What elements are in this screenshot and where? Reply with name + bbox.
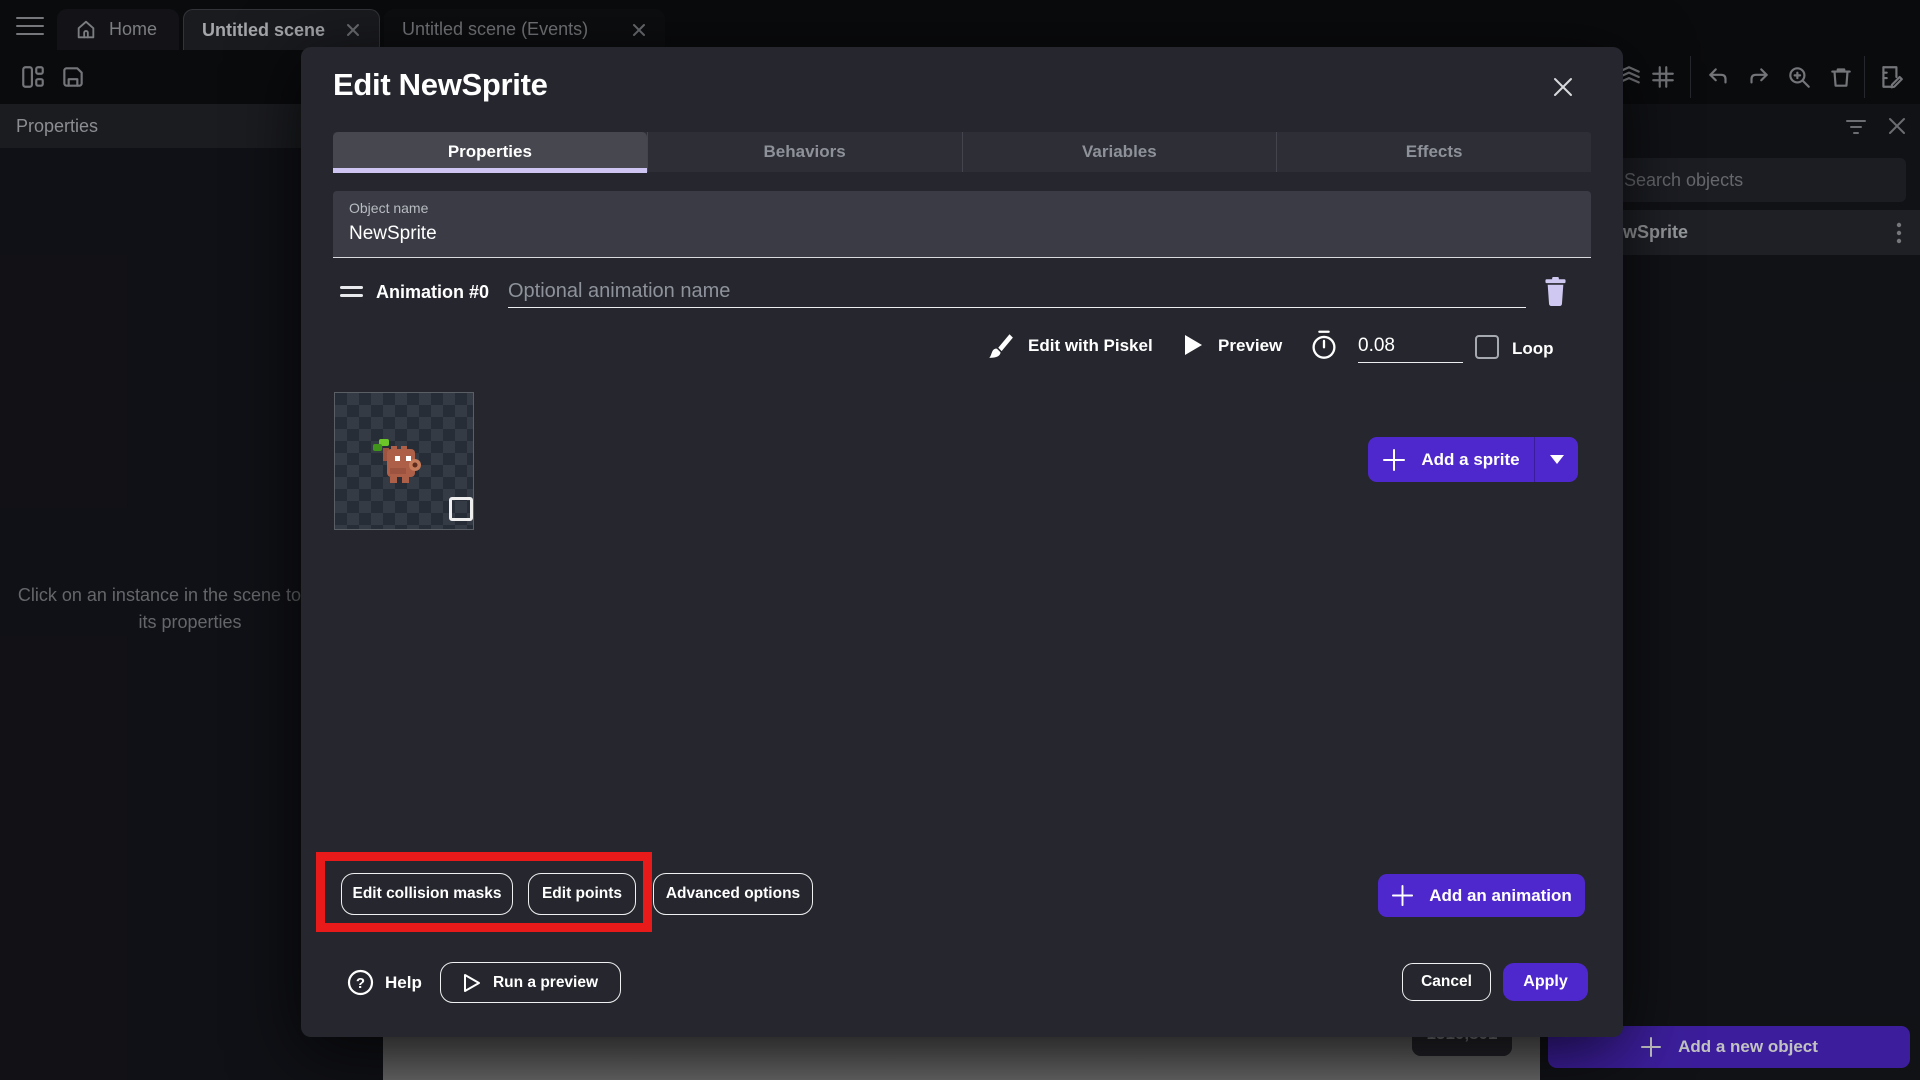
tab-variables[interactable]: Variables (961, 132, 1277, 172)
loop-label: Loop (1512, 339, 1554, 358)
cancel-button[interactable]: Cancel (1402, 963, 1491, 1001)
gdevelop-app: Home Untitled scene Untitled scene (Even… (0, 0, 1920, 1080)
drag-handle-icon[interactable] (340, 286, 363, 297)
tab-behaviors-label: Behaviors (763, 142, 846, 161)
run-preview-label: Run a preview (492, 973, 599, 991)
dialog-tab-bar: Properties Behaviors Variables Effects (333, 132, 1591, 173)
edit-collision-masks-label: Edit collision masks (352, 885, 502, 902)
tab-behaviors[interactable]: Behaviors (646, 132, 962, 172)
advanced-options-button[interactable]: Advanced options (653, 873, 813, 915)
edit-sprite-dialog: Edit NewSprite Properties Behaviors Vari… (301, 47, 1623, 1037)
apply-button[interactable]: Apply (1503, 963, 1588, 1001)
edit-points-label: Edit points (541, 885, 623, 902)
tab-effects-label: Effects (1405, 142, 1463, 161)
animation-label: Animation #0 (376, 282, 490, 302)
play-outline-icon (463, 973, 481, 993)
tab-properties-label: Properties (447, 142, 532, 161)
frame-select-checkbox[interactable] (449, 497, 473, 521)
cancel-label: Cancel (1421, 973, 1472, 990)
edit-with-piskel-label[interactable]: Edit with Piskel (1028, 336, 1153, 356)
preview-label[interactable]: Preview (1218, 336, 1282, 356)
edit-with-piskel-icon[interactable] (987, 332, 1014, 359)
object-name-field-value: NewSprite (349, 223, 437, 244)
tab-effects[interactable]: Effects (1276, 132, 1591, 172)
animation-name-input[interactable] (508, 276, 1526, 308)
loop-checkbox[interactable] (1475, 335, 1499, 359)
preview-play-icon[interactable] (1185, 335, 1202, 355)
advanced-options-label: Advanced options (665, 885, 801, 902)
edit-collision-masks-button[interactable]: Edit collision masks (341, 873, 513, 915)
dialog-title: Edit NewSprite (333, 67, 548, 102)
object-name-field-label: Object name (349, 200, 429, 216)
run-preview-button[interactable]: Run a preview (440, 962, 621, 1003)
tab-variables-label: Variables (1082, 142, 1157, 161)
add-animation-label: Add an animation (1429, 885, 1572, 905)
add-sprite-label: Add a sprite (1421, 449, 1520, 469)
sprite-frame-thumbnail[interactable] (334, 392, 474, 530)
apply-label: Apply (1523, 973, 1568, 990)
pig-sprite-image (373, 439, 421, 483)
plus-icon (1391, 884, 1414, 907)
svg-text:?: ? (356, 975, 365, 992)
time-between-frames-input[interactable] (1358, 329, 1463, 363)
add-sprite-split-button: Add a sprite (1368, 437, 1578, 482)
close-dialog-icon[interactable] (1549, 73, 1577, 101)
object-name-field[interactable]: Object name NewSprite (333, 191, 1591, 258)
tab-properties[interactable]: Properties (333, 132, 647, 173)
add-animation-button[interactable]: Add an animation (1378, 874, 1585, 917)
add-sprite-button[interactable]: Add a sprite (1368, 437, 1534, 482)
add-sprite-dropdown-button[interactable] (1534, 437, 1578, 482)
delete-animation-icon[interactable] (1542, 277, 1569, 306)
help-icon[interactable]: ? (347, 969, 374, 996)
chevron-down-icon (1549, 455, 1564, 464)
help-label[interactable]: Help (385, 973, 422, 993)
plus-icon (1382, 448, 1406, 472)
edit-points-button[interactable]: Edit points (528, 873, 636, 915)
time-between-frames-icon (1310, 330, 1338, 360)
